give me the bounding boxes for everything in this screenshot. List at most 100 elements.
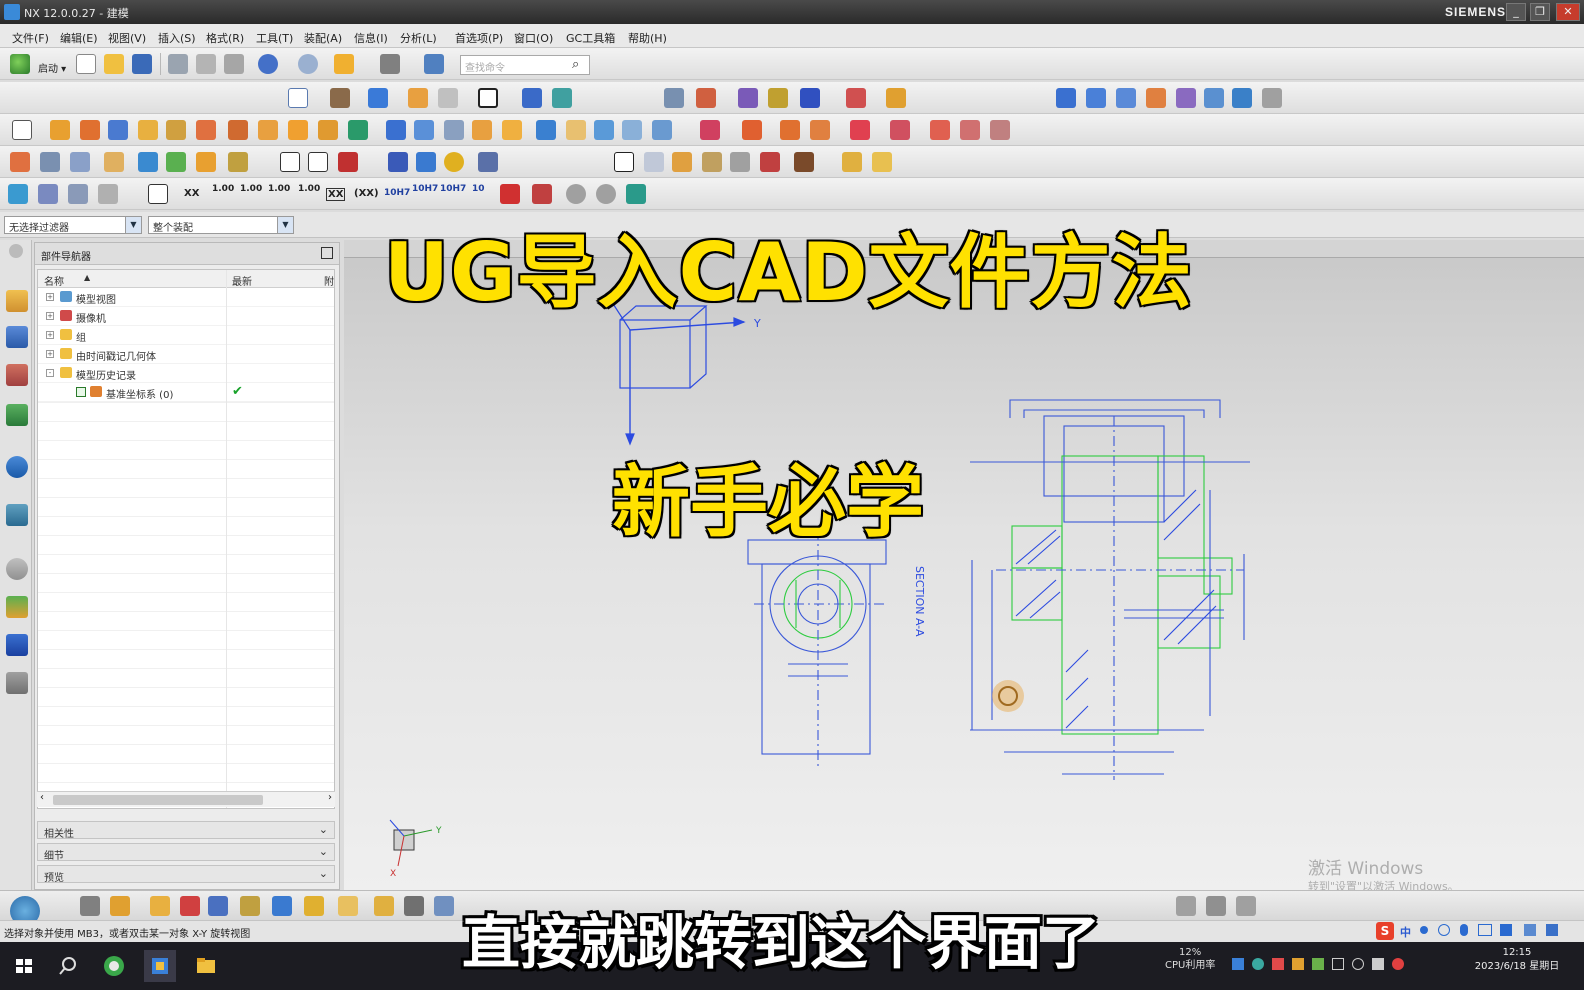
dependencies-panel[interactable]: 相关性 ⌄	[37, 821, 335, 840]
browser-taskbar-icon[interactable]	[98, 950, 130, 982]
move-face-icon[interactable]	[850, 120, 870, 140]
surface-icon[interactable]	[1056, 88, 1076, 108]
dim-precision-2-button[interactable]: 1.00	[240, 184, 262, 194]
menu-view[interactable]: 视图(V)	[108, 30, 146, 46]
render-style-icon[interactable]	[368, 88, 388, 108]
sort-asc-icon[interactable]: ▲	[84, 273, 90, 282]
command-finder-input[interactable]: 查找命令	[460, 55, 590, 75]
tree-row[interactable]: 基准坐标系 (0) ✔	[38, 383, 334, 402]
surface-4-icon[interactable]	[1146, 88, 1166, 108]
drawing-sheet-icon[interactable]	[644, 152, 664, 172]
graphics-window[interactable]: Y SECTION A-A Y X	[344, 240, 1584, 890]
menu-assembly[interactable]: 装配(A)	[304, 30, 342, 46]
join-curve-icon[interactable]	[444, 152, 464, 172]
extrude-icon[interactable]	[50, 120, 70, 140]
ime-punct-icon[interactable]	[1420, 926, 1428, 934]
projected-view-icon[interactable]	[702, 152, 722, 172]
pattern-icon[interactable]	[700, 120, 720, 140]
menu-format[interactable]: 格式(R)	[206, 30, 244, 46]
taskbar-clock[interactable]: 12:15 2023/6/18 星期日	[1462, 946, 1572, 974]
menu-insert[interactable]: 插入(S)	[158, 30, 196, 46]
menu-help[interactable]: 帮助(H)	[628, 30, 667, 46]
roles-icon[interactable]	[6, 634, 28, 656]
tree-row[interactable]: - 模型历史记录	[38, 364, 334, 383]
ime-tray-icon[interactable]	[1372, 958, 1384, 970]
show-hide-icon[interactable]	[1206, 896, 1226, 916]
offset-curve-icon[interactable]	[338, 152, 358, 172]
menu-window[interactable]: 窗口(O)	[514, 30, 553, 46]
history-icon[interactable]	[6, 504, 28, 526]
hole-icon[interactable]	[228, 120, 248, 140]
expand-icon[interactable]: +	[46, 293, 54, 301]
feature-edit-icon[interactable]	[10, 152, 30, 172]
tray-app-2-icon[interactable]	[1252, 958, 1264, 970]
settings-gear-icon[interactable]	[9, 244, 23, 258]
edge-display-icon[interactable]	[408, 88, 428, 108]
collapse-icon[interactable]: -	[46, 369, 54, 377]
dim-precision-1-button[interactable]: 1.00	[212, 184, 234, 194]
tree-row[interactable]: + 摄像机	[38, 307, 334, 326]
shell-icon[interactable]	[566, 120, 586, 140]
thread-icon[interactable]	[780, 120, 800, 140]
part-icon[interactable]	[664, 88, 684, 108]
zoom-icon[interactable]	[330, 88, 350, 108]
dim-xx-button[interactable]: XX	[184, 188, 199, 199]
filter-icon[interactable]	[150, 896, 170, 916]
part-navigator-icon[interactable]	[6, 364, 28, 386]
emboss-icon[interactable]	[810, 120, 830, 140]
details-panel[interactable]: 细节 ⌄	[37, 843, 335, 862]
volume-icon[interactable]	[1352, 958, 1364, 970]
ime-menu-icon[interactable]	[1546, 924, 1558, 936]
hole-dimension-icon[interactable]	[596, 184, 616, 204]
surface-8-icon[interactable]	[1262, 88, 1282, 108]
pad-icon[interactable]	[318, 120, 338, 140]
spline-icon[interactable]	[166, 152, 186, 172]
clock-icon[interactable]	[6, 558, 28, 580]
angular-dimension-icon[interactable]	[98, 184, 118, 204]
column-latest-header[interactable]: 最新	[232, 273, 252, 288]
expand-icon[interactable]: +	[46, 350, 54, 358]
system-scene-icon[interactable]	[6, 672, 28, 694]
tray-app-3-icon[interactable]	[1272, 958, 1284, 970]
sogou-ime-icon[interactable]: S	[1376, 922, 1394, 940]
visibility-checkbox[interactable]	[76, 387, 86, 397]
menu-tools[interactable]: 工具(T)	[256, 30, 293, 46]
surface-6-icon[interactable]	[1204, 88, 1224, 108]
ime-tools-icon[interactable]	[1524, 924, 1536, 936]
endpoint-icon[interactable]	[208, 896, 228, 916]
column-attach-header[interactable]: 附	[324, 273, 334, 288]
section-view-icon[interactable]	[522, 88, 542, 108]
quick-pick-icon[interactable]	[180, 896, 200, 916]
expand-icon[interactable]: +	[46, 331, 54, 339]
detail-view-icon[interactable]	[730, 152, 750, 172]
offset-face-icon[interactable]	[622, 120, 642, 140]
control-point-icon[interactable]	[272, 896, 292, 916]
repeat-command-icon[interactable]	[334, 54, 354, 74]
point-on-curve-icon[interactable]	[434, 896, 454, 916]
diameter-icon[interactable]	[566, 184, 586, 204]
pmi-icon[interactable]	[842, 152, 862, 172]
menu-edit[interactable]: 编辑(E)	[60, 30, 98, 46]
ruler-icon[interactable]	[886, 88, 906, 108]
measure-icon[interactable]	[696, 88, 716, 108]
sphere-icon[interactable]	[196, 120, 216, 140]
close-button[interactable]: ✕	[1556, 3, 1580, 21]
launch-icon[interactable]	[10, 54, 30, 74]
surface-5-icon[interactable]	[1176, 88, 1196, 108]
undo-icon[interactable]	[258, 54, 278, 74]
resize-face-icon[interactable]	[960, 120, 980, 140]
fit-10h7-button[interactable]: 10H7	[384, 188, 410, 198]
break-view-icon[interactable]	[794, 152, 814, 172]
web-browser-icon[interactable]	[6, 456, 28, 478]
delete-face-icon[interactable]	[930, 120, 950, 140]
edge-blend-icon[interactable]	[502, 120, 522, 140]
helix-icon[interactable]	[196, 152, 216, 172]
rapid-dimension-icon[interactable]	[8, 184, 28, 204]
triangle-icon[interactable]	[614, 152, 634, 172]
tray-app-1-icon[interactable]	[1232, 958, 1244, 970]
arc-length-icon[interactable]	[532, 184, 552, 204]
maximize-panel-icon[interactable]	[321, 247, 333, 259]
launch-button[interactable]: 启动 ▾	[38, 60, 66, 75]
layer-icon[interactable]	[552, 88, 572, 108]
menu-file[interactable]: 文件(F)	[12, 30, 49, 46]
